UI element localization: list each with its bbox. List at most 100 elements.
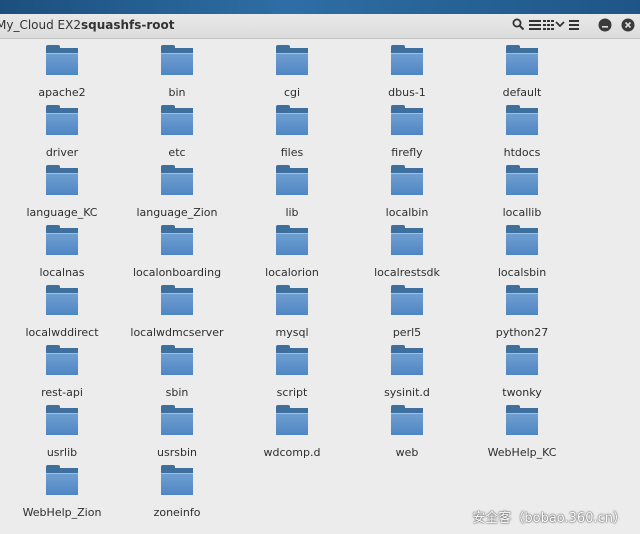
- folder-item[interactable]: usrlib: [7, 405, 117, 459]
- list-view-icon[interactable]: [529, 18, 541, 32]
- folder-label: wdcomp.d: [263, 446, 321, 459]
- folder-icon: [276, 225, 308, 255]
- folder-label: mysql: [275, 326, 309, 339]
- folder-label: WebHelp_Zion: [22, 506, 102, 519]
- folder-item[interactable]: sbin: [122, 345, 232, 399]
- folder-icon: [391, 285, 423, 315]
- folder-item[interactable]: driver: [7, 105, 117, 159]
- folder-item[interactable]: localwdmcserver: [122, 285, 232, 339]
- folder-label: locallib: [502, 206, 542, 219]
- folder-label: dbus-1: [388, 86, 426, 99]
- folder-item[interactable]: localorion: [237, 225, 347, 279]
- folder-item[interactable]: files: [237, 105, 347, 159]
- folder-icon: [46, 285, 78, 315]
- folder-item[interactable]: htdocs: [467, 105, 577, 159]
- folder-icon: [391, 45, 423, 75]
- folder-item[interactable]: etc: [122, 105, 232, 159]
- folder-icon: [391, 405, 423, 435]
- folder-icon: [46, 45, 78, 75]
- search-icon[interactable]: [512, 18, 525, 32]
- folder-label: perl5: [392, 326, 422, 339]
- folder-icon: [161, 165, 193, 195]
- folder-item[interactable]: localsbin: [467, 225, 577, 279]
- folder-item[interactable]: localrestsdk: [352, 225, 462, 279]
- close-icon[interactable]: [621, 18, 635, 32]
- view-options-chevron-down-icon[interactable]: [555, 18, 565, 32]
- folder-label: localrestsdk: [374, 266, 440, 279]
- path-current[interactable]: squashfs-root: [81, 18, 175, 32]
- folder-icon: [276, 285, 308, 315]
- path-breadcrumb[interactable]: My_Cloud EX2squashfs-root: [0, 18, 175, 32]
- folder-item[interactable]: usrsbin: [122, 405, 232, 459]
- folder-item[interactable]: WebHelp_KC: [467, 405, 577, 459]
- folder-label: localsbin: [497, 266, 547, 279]
- folder-icon: [276, 345, 308, 375]
- folder-icon: [46, 105, 78, 135]
- menu-icon[interactable]: [569, 18, 579, 32]
- folder-label: zoneinfo: [153, 506, 201, 519]
- folder-item[interactable]: perl5: [352, 285, 462, 339]
- folder-icon: [161, 105, 193, 135]
- folder-item[interactable]: mysql: [237, 285, 347, 339]
- desktop-top-strip: [0, 0, 640, 14]
- folder-icon: [276, 165, 308, 195]
- folder-item[interactable]: sysinit.d: [352, 345, 462, 399]
- folder-icon: [161, 45, 193, 75]
- folder-label: web: [395, 446, 419, 459]
- minimize-icon[interactable]: [598, 18, 612, 32]
- folder-item[interactable]: lib: [237, 165, 347, 219]
- folder-icon: [161, 285, 193, 315]
- path-parent[interactable]: My_Cloud EX2: [0, 18, 81, 32]
- folder-item[interactable]: zoneinfo: [122, 465, 232, 519]
- folder-item[interactable]: WebHelp_Zion: [7, 465, 117, 519]
- folder-icon: [506, 105, 538, 135]
- folder-icon: [506, 345, 538, 375]
- folder-item[interactable]: language_Zion: [122, 165, 232, 219]
- folder-label: usrsbin: [157, 446, 197, 459]
- folder-label: driver: [45, 146, 79, 159]
- folder-item[interactable]: default: [467, 45, 577, 99]
- folder-label: bin: [168, 86, 186, 99]
- folder-item[interactable]: language_KC: [7, 165, 117, 219]
- folder-label: cgi: [283, 86, 301, 99]
- folder-item[interactable]: localnas: [7, 225, 117, 279]
- folder-icon: [391, 165, 423, 195]
- folder-item[interactable]: wdcomp.d: [237, 405, 347, 459]
- folder-label: localwdmcserver: [130, 326, 224, 339]
- folder-label: localbin: [385, 206, 429, 219]
- folder-icon: [161, 405, 193, 435]
- watermark-text: 安全客（bobao.360.cn）: [472, 511, 626, 526]
- folder-icon: [506, 165, 538, 195]
- folder-item[interactable]: script: [237, 345, 347, 399]
- folder-item[interactable]: localbin: [352, 165, 462, 219]
- folder-item[interactable]: web: [352, 405, 462, 459]
- folder-item[interactable]: firefly: [352, 105, 462, 159]
- folder-grid: apache2 bin cgi dbus-1 default driver etc files…: [0, 39, 640, 534]
- folder-item[interactable]: apache2: [7, 45, 117, 99]
- grid-view-icon[interactable]: [543, 18, 554, 32]
- folder-label: script: [276, 386, 308, 399]
- folder-item[interactable]: cgi: [237, 45, 347, 99]
- folder-icon: [276, 405, 308, 435]
- folder-label: python27: [495, 326, 549, 339]
- folder-item[interactable]: bin: [122, 45, 232, 99]
- folder-label: sysinit.d: [384, 386, 430, 399]
- folder-label: firefly: [391, 146, 423, 159]
- folder-label: language_KC: [26, 206, 98, 219]
- folder-item[interactable]: locallib: [467, 165, 577, 219]
- folder-label: language_Zion: [136, 206, 218, 219]
- folder-icon: [161, 465, 193, 495]
- folder-item[interactable]: dbus-1: [352, 45, 462, 99]
- folder-label: WebHelp_KC: [487, 446, 557, 459]
- folder-label: apache2: [38, 86, 86, 99]
- folder-item[interactable]: localonboarding: [122, 225, 232, 279]
- folder-label: htdocs: [503, 146, 541, 159]
- folder-item[interactable]: localwddirect: [7, 285, 117, 339]
- folder-item[interactable]: rest-api: [7, 345, 117, 399]
- folder-icon: [46, 225, 78, 255]
- folder-icon: [46, 345, 78, 375]
- folder-label: rest-api: [41, 386, 83, 399]
- folder-item[interactable]: twonky: [467, 345, 577, 399]
- folder-item[interactable]: python27: [467, 285, 577, 339]
- folder-label: usrlib: [46, 446, 78, 459]
